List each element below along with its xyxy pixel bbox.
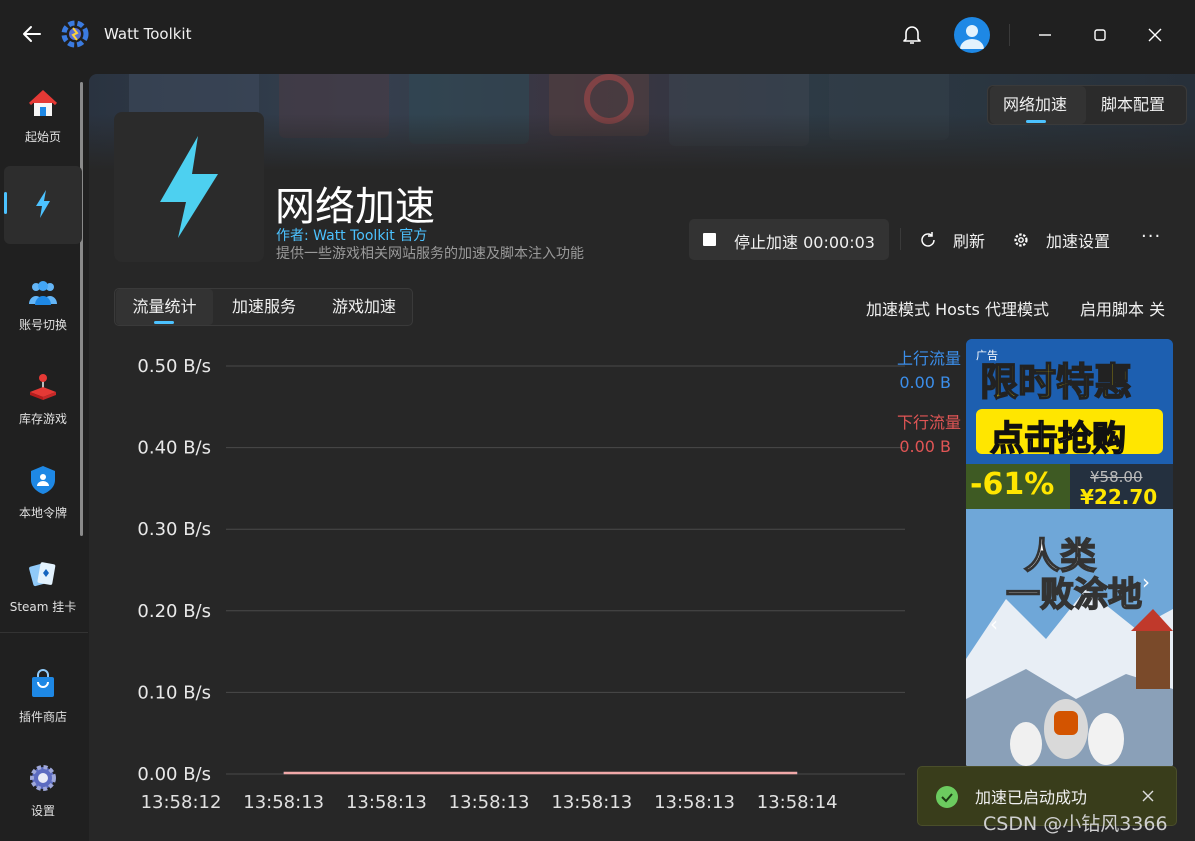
y-tick-label: 0.10 B/s bbox=[137, 682, 211, 703]
app-logo-icon bbox=[61, 20, 89, 48]
traffic-chart: 0.50 B/s 0.40 B/s 0.30 B/s 0.20 B/s 0.10 B/s… bbox=[137, 356, 905, 813]
y-tick-label: 0.20 B/s bbox=[137, 601, 211, 622]
subtab-active-indicator bbox=[154, 321, 174, 324]
carousel-next-icon: › bbox=[1142, 570, 1150, 594]
users-icon bbox=[29, 281, 57, 305]
proxy-mode-status: 加速模式 Hosts 代理模式 bbox=[866, 300, 1049, 319]
advertisement-banner[interactable]: ‹ › 广告 限时特惠 点击抢购 -61% ¥58.00 ¥22.70 人类 一… bbox=[966, 339, 1173, 769]
sidebar: 起始页 账号切换 库存游戏 本地令牌 Steam 挂卡 插件商店 设置 bbox=[0, 70, 88, 841]
x-tick-label: 13:58:14 bbox=[757, 792, 838, 813]
sidebar-item-label: Steam 挂卡 bbox=[9, 600, 77, 614]
main-content: 网络加速 脚本配置 网络加速 作者: Watt Toolkit 官方 提供一些游… bbox=[89, 74, 1195, 841]
lightning-icon bbox=[160, 136, 218, 238]
sidebar-item-home[interactable]: 起始页 bbox=[4, 74, 82, 152]
active-indicator bbox=[4, 192, 7, 214]
plugin-icon-box bbox=[114, 112, 264, 262]
y-tick-label: 0.00 B/s bbox=[137, 764, 211, 785]
ad-discount: -61% bbox=[970, 467, 1055, 502]
shield-icon bbox=[31, 466, 55, 494]
tab-game-acceleration[interactable]: 游戏加速 bbox=[315, 289, 413, 325]
cards-icon bbox=[29, 562, 56, 587]
tab-acceleration-services[interactable]: 加速服务 bbox=[215, 289, 313, 325]
maximize-icon[interactable] bbox=[1089, 24, 1111, 46]
x-tick-label: 13:58:13 bbox=[551, 792, 632, 813]
back-arrow-icon[interactable] bbox=[20, 22, 44, 46]
ad-game-title-line2: 一败涂地 bbox=[1005, 574, 1143, 616]
sidebar-item-plugin-store[interactable]: 插件商店 bbox=[4, 654, 82, 732]
carousel-prev-icon: ‹ bbox=[990, 612, 998, 636]
sidebar-item-library-games[interactable]: 库存游戏 bbox=[4, 356, 82, 434]
home-icon bbox=[28, 89, 58, 116]
x-tick-label: 13:58:12 bbox=[141, 792, 222, 813]
ad-old-price: ¥58.00 bbox=[1090, 468, 1143, 486]
title-bar: Watt Toolkit bbox=[0, 0, 1195, 70]
stop-acceleration-label: 停止加速 00:00:03 bbox=[734, 233, 875, 252]
x-tick-label: 13:58:13 bbox=[243, 792, 324, 813]
app-title: Watt Toolkit bbox=[104, 25, 192, 43]
y-tick-label: 0.40 B/s bbox=[137, 438, 211, 459]
x-tick-label: 13:58:13 bbox=[449, 792, 530, 813]
user-avatar[interactable] bbox=[954, 17, 990, 53]
tab-active-indicator bbox=[1026, 120, 1046, 123]
user-silhouette-icon bbox=[960, 25, 984, 49]
minimize-icon[interactable] bbox=[1034, 24, 1056, 46]
titlebar-separator bbox=[1009, 24, 1010, 46]
sidebar-item-label: 账号切换 bbox=[18, 318, 67, 332]
sidebar-item-label: 插件商店 bbox=[18, 710, 67, 724]
sub-tab-bar: 流量统计 加速服务 游戏加速 bbox=[114, 288, 413, 326]
sidebar-item-steam-idle[interactable]: Steam 挂卡 bbox=[4, 544, 82, 622]
notification-bell-icon[interactable] bbox=[900, 22, 924, 46]
more-options-button[interactable]: ··· bbox=[1141, 226, 1161, 247]
sidebar-item-label: 设置 bbox=[30, 804, 55, 818]
refresh-button[interactable]: 刷新 bbox=[953, 228, 985, 252]
close-icon[interactable] bbox=[1144, 24, 1166, 46]
watermark: CSDN @小钻风3366 bbox=[983, 813, 1168, 835]
legend-download-value: 0.00 B bbox=[899, 437, 951, 456]
x-tick-label: 13:58:13 bbox=[654, 792, 735, 813]
y-tick-label: 0.30 B/s bbox=[137, 519, 211, 540]
success-check-icon bbox=[936, 786, 958, 808]
acceleration-settings-button[interactable]: 加速设置 bbox=[1046, 228, 1110, 252]
legend-upload-name: 上行流量 bbox=[896, 349, 961, 368]
sidebar-divider bbox=[0, 632, 88, 633]
refresh-icon[interactable] bbox=[919, 231, 937, 249]
toast-close-icon[interactable] bbox=[1140, 788, 1156, 804]
sidebar-item-local-token[interactable]: 本地令牌 bbox=[4, 450, 82, 528]
sidebar-item-account-switch[interactable]: 账号切换 bbox=[4, 262, 82, 340]
lightning-icon bbox=[36, 190, 50, 218]
stop-acceleration-button[interactable]: 停止加速 00:00:03 bbox=[689, 219, 889, 260]
ad-new-price: ¥22.70 bbox=[1080, 485, 1158, 509]
gear-icon[interactable] bbox=[1012, 231, 1030, 249]
ad-headline: 限时特惠 bbox=[979, 359, 1133, 405]
plugin-description: 提供一些游戏相关网站服务的加速及脚本注入功能 bbox=[276, 246, 584, 262]
sidebar-item-label: 本地令牌 bbox=[18, 506, 67, 520]
script-status: 启用脚本 关 bbox=[1080, 300, 1166, 319]
plugin-title: 网络加速 bbox=[275, 184, 435, 230]
legend-download-name: 下行流量 bbox=[896, 413, 961, 432]
ad-cta: 点击抢购 bbox=[989, 418, 1127, 460]
sidebar-item-network-acceleration[interactable] bbox=[4, 166, 82, 244]
y-tick-label: 0.50 B/s bbox=[137, 356, 211, 377]
joystick-icon bbox=[30, 374, 56, 400]
tab-traffic-stats[interactable]: 流量统计 bbox=[116, 289, 213, 325]
sidebar-item-label: 库存游戏 bbox=[18, 412, 67, 426]
tab-network-acceleration[interactable]: 网络加速 bbox=[990, 86, 1086, 124]
toast-message: 加速已启动成功 bbox=[975, 788, 1088, 807]
action-separator bbox=[900, 228, 901, 250]
legend-upload-value: 0.00 B bbox=[899, 373, 951, 392]
gear-icon bbox=[30, 765, 56, 791]
tab-script-config[interactable]: 脚本配置 bbox=[1101, 86, 1185, 124]
x-tick-label: 13:58:13 bbox=[346, 792, 427, 813]
sidebar-item-label: 起始页 bbox=[24, 130, 61, 144]
plugin-author[interactable]: 作者: Watt Toolkit 官方 bbox=[276, 225, 427, 245]
top-tab-bar: 网络加速 脚本配置 bbox=[987, 85, 1187, 125]
stop-icon bbox=[703, 233, 716, 246]
shopping-bag-icon bbox=[32, 669, 54, 697]
sidebar-item-settings[interactable]: 设置 bbox=[4, 748, 82, 826]
